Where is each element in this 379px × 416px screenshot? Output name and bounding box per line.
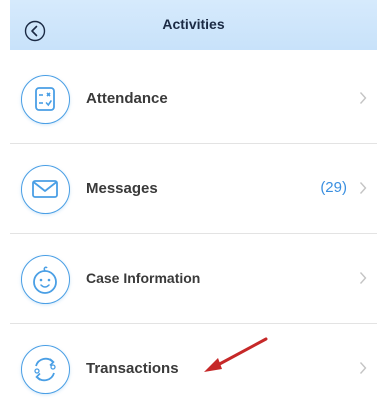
activities-screen: Activities Attendance Messages (29) Case… (0, 0, 379, 416)
item-label: Transactions (86, 360, 179, 377)
activities-list: Attendance Messages (29) Case Informatio… (10, 54, 377, 414)
list-item-transactions[interactable]: Transactions (10, 324, 377, 414)
item-label: Attendance (86, 90, 168, 107)
calendar-check-icon (21, 75, 70, 124)
chevron-right-icon (359, 272, 367, 284)
list-item-messages[interactable]: Messages (29) (10, 144, 377, 234)
unread-count-badge: (29) (320, 179, 347, 196)
chevron-right-icon (359, 362, 367, 374)
item-label: Messages (86, 180, 158, 197)
list-item-attendance[interactable]: Attendance (10, 54, 377, 144)
header-bar: Activities (10, 0, 377, 50)
item-label: Case Information (86, 270, 201, 286)
baby-face-icon (21, 255, 70, 304)
chevron-right-icon (359, 92, 367, 104)
exchange-users-icon (21, 345, 70, 394)
envelope-icon (21, 165, 70, 214)
chevron-right-icon (359, 182, 367, 194)
list-item-case-information[interactable]: Case Information (10, 234, 377, 324)
page-title: Activities (162, 16, 225, 32)
